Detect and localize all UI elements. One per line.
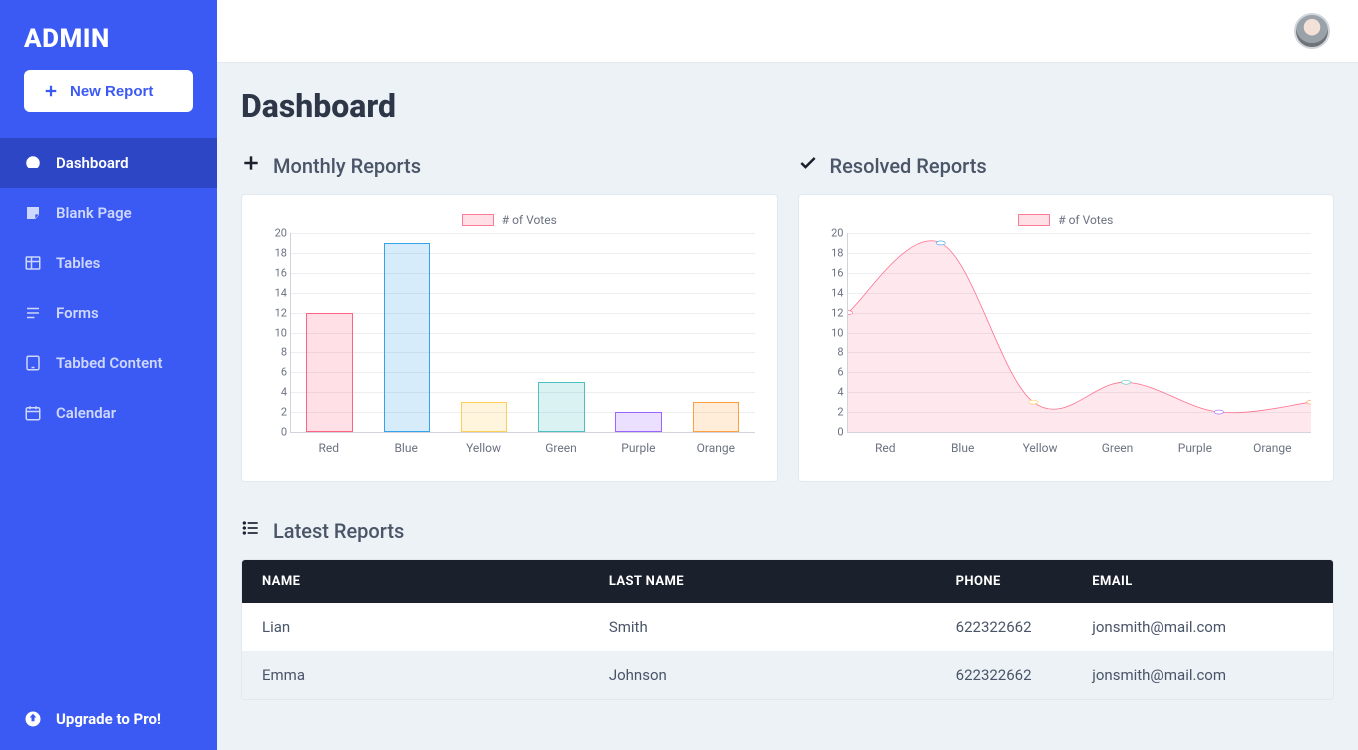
table-row: LianSmith622322662jonsmith@mail.com xyxy=(242,603,1333,651)
bar xyxy=(693,402,739,432)
table-icon xyxy=(24,254,42,272)
x-axis-label: Yellow xyxy=(1001,433,1078,455)
sidebar-item-label: Forms xyxy=(56,304,99,322)
sidebar-item-label: Dashboard xyxy=(56,154,129,172)
table-row: EmmaJohnson622322662jonsmith@mail.com xyxy=(242,651,1333,699)
brand-title: ADMIN xyxy=(0,0,217,70)
x-axis-label: Orange xyxy=(677,433,754,455)
sidebar-item-label: Blank Page xyxy=(56,204,132,222)
header-phone: PHONE xyxy=(956,574,1093,589)
sidebar-item-dashboard[interactable]: Dashboard xyxy=(0,138,217,188)
cell-name: Emma xyxy=(262,666,609,684)
sidebar-nav: Dashboard Blank Page Tables Forms Tabbed Con… xyxy=(0,130,217,438)
sidebar-item-label: Calendar xyxy=(56,404,116,422)
x-axis-label: Red xyxy=(290,433,367,455)
sidebar-item-tables[interactable]: Tables xyxy=(0,238,217,288)
header-last: LAST NAME xyxy=(609,574,956,589)
chart-legend: # of Votes xyxy=(813,213,1320,227)
page-title: Dashboard xyxy=(241,87,1334,125)
calendar-icon xyxy=(24,404,42,422)
new-report-label: New Report xyxy=(70,83,153,100)
upgrade-button[interactable]: Upgrade to Pro! xyxy=(0,688,217,750)
header-email: EMAIL xyxy=(1092,574,1313,589)
line-chart-svg xyxy=(848,233,1312,432)
legend-swatch xyxy=(1018,214,1050,226)
sidebar-item-blank-page[interactable]: Blank Page xyxy=(0,188,217,238)
legend-swatch xyxy=(462,214,494,226)
check-icon xyxy=(798,153,818,178)
x-axis-label: Red xyxy=(847,433,924,455)
latest-reports-table: NAME LAST NAME PHONE EMAIL LianSmith6223… xyxy=(241,559,1334,700)
monthly-reports-title: Monthly Reports xyxy=(241,153,778,178)
bar xyxy=(461,402,507,432)
x-axis-label: Green xyxy=(522,433,599,455)
resolved-reports-label: Resolved Reports xyxy=(830,154,987,178)
resolved-reports-title: Resolved Reports xyxy=(798,153,1335,178)
sidebar-item-label: Tables xyxy=(56,254,100,272)
x-axis-label: Blue xyxy=(924,433,1001,455)
table-header: NAME LAST NAME PHONE EMAIL xyxy=(242,560,1333,603)
x-axis-label: Green xyxy=(1079,433,1156,455)
sidebar: ADMIN New Report Dashboard Blank Page Tabl… xyxy=(0,0,217,750)
header-name: NAME xyxy=(262,574,609,589)
bar xyxy=(384,243,430,432)
cell-email: jonsmith@mail.com xyxy=(1092,618,1313,636)
cell-last: Johnson xyxy=(609,666,956,684)
list-icon xyxy=(24,304,42,322)
main-content: Dashboard Monthly Reports # of Votes0246… xyxy=(217,63,1358,750)
plus-icon xyxy=(42,82,60,100)
x-axis-label: Blue xyxy=(367,433,444,455)
cell-phone: 622322662 xyxy=(956,666,1093,684)
upgrade-icon xyxy=(24,710,42,728)
upgrade-label: Upgrade to Pro! xyxy=(56,710,161,728)
monthly-reports-chart: # of Votes02468101214161820RedBlueYellow… xyxy=(241,194,778,482)
list-icon xyxy=(241,518,261,543)
sidebar-item-calendar[interactable]: Calendar xyxy=(0,388,217,438)
monthly-reports-label: Monthly Reports xyxy=(273,154,421,178)
new-report-button[interactable]: New Report xyxy=(24,70,193,112)
sidebar-item-forms[interactable]: Forms xyxy=(0,288,217,338)
bar xyxy=(615,412,661,432)
gauge-icon xyxy=(24,154,42,172)
topbar xyxy=(217,0,1358,63)
latest-reports-title: Latest Reports xyxy=(241,518,1334,543)
sidebar-item-label: Tabbed Content xyxy=(56,354,163,372)
latest-reports-label: Latest Reports xyxy=(273,519,404,543)
x-axis-label: Purple xyxy=(600,433,677,455)
bar xyxy=(538,382,584,432)
legend-label: # of Votes xyxy=(502,213,557,227)
x-axis-label: Orange xyxy=(1234,433,1311,455)
x-axis-label: Yellow xyxy=(445,433,522,455)
cell-name: Lian xyxy=(262,618,609,636)
cell-email: jonsmith@mail.com xyxy=(1092,666,1313,684)
sidebar-item-tabbed-content[interactable]: Tabbed Content xyxy=(0,338,217,388)
avatar[interactable] xyxy=(1294,13,1330,49)
sticky-icon xyxy=(24,204,42,222)
legend-label: # of Votes xyxy=(1058,213,1113,227)
bar xyxy=(306,313,352,432)
resolved-reports-chart: # of Votes02468101214161820RedBlueYellow… xyxy=(798,194,1335,482)
tablet-icon xyxy=(24,354,42,372)
x-axis-label: Purple xyxy=(1156,433,1233,455)
chart-legend: # of Votes xyxy=(256,213,763,227)
cell-last: Smith xyxy=(609,618,956,636)
plus-icon xyxy=(241,153,261,178)
cell-phone: 622322662 xyxy=(956,618,1093,636)
